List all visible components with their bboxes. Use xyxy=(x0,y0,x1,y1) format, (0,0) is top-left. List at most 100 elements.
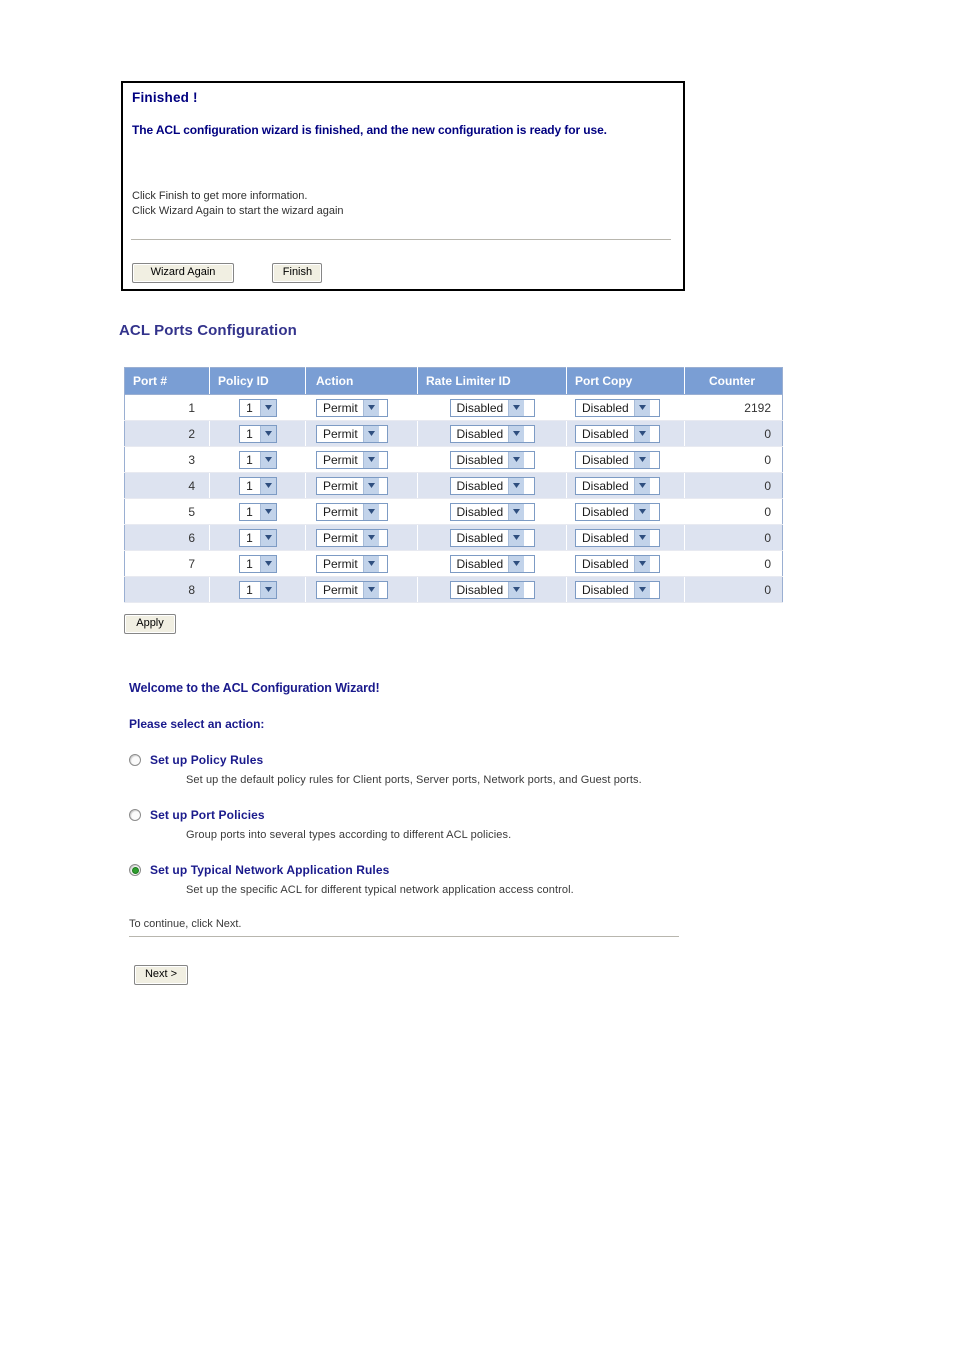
port-copy-value: Disabled xyxy=(582,530,629,545)
port-copy-value: Disabled xyxy=(582,426,629,441)
chevron-down-icon xyxy=(362,425,379,442)
cell-port: 2 xyxy=(124,420,210,447)
rate-limiter-id-select[interactable]: Disabled xyxy=(449,502,535,521)
cell-policy-id: 1 xyxy=(209,394,306,421)
policy-id-select[interactable]: 1 xyxy=(238,476,277,495)
policy-id-select[interactable]: 1 xyxy=(238,398,277,417)
cell-port-copy: Disabled xyxy=(566,524,685,551)
radio-button-icon[interactable] xyxy=(129,864,141,876)
table-header-row: Port # Policy ID Action Rate Limiter ID … xyxy=(124,367,783,395)
chevron-down-icon xyxy=(362,529,379,546)
rate-limiter-id-select[interactable]: Disabled xyxy=(449,450,535,469)
finished-hint-text: Click Finish to get more information. Cl… xyxy=(132,189,344,219)
apply-button[interactable]: Apply xyxy=(124,614,176,634)
policy-id-select[interactable]: 1 xyxy=(238,450,277,469)
cell-counter: 0 xyxy=(684,446,783,473)
rate-limiter-id-select[interactable]: Disabled xyxy=(449,528,535,547)
wizard-option-description: Set up the default policy rules for Clie… xyxy=(186,774,642,786)
port-copy-select[interactable]: Disabled xyxy=(575,554,660,573)
action-select[interactable]: Permit xyxy=(316,554,388,573)
acl-ports-table: Port # Policy ID Action Rate Limiter ID … xyxy=(124,367,783,603)
counter-value: 0 xyxy=(764,556,771,571)
rate-limiter-id-value: Disabled xyxy=(456,582,504,597)
wizard-continue-text: To continue, click Next. xyxy=(129,918,242,930)
policy-id-value: 1 xyxy=(246,452,253,467)
wizard-option-row[interactable]: Set up Port Policies xyxy=(129,808,685,822)
action-value: Permit xyxy=(323,426,358,441)
finish-button[interactable]: Finish xyxy=(272,263,323,283)
cell-policy-id: 1 xyxy=(209,446,306,473)
wizard-option-row[interactable]: Set up Policy Rules xyxy=(129,753,685,767)
chevron-down-icon xyxy=(633,581,650,598)
policy-id-select[interactable]: 1 xyxy=(238,502,277,521)
table-row: 3 1 Permit Disabled Disabled 0 xyxy=(124,446,783,473)
action-select[interactable]: Permit xyxy=(316,450,388,469)
rate-limiter-id-select[interactable]: Disabled xyxy=(449,424,535,443)
port-copy-value: Disabled xyxy=(582,400,629,415)
wizard-again-button[interactable]: Wizard Again xyxy=(132,263,234,283)
wizard-option-row[interactable]: Set up Typical Network Application Rules xyxy=(129,863,685,877)
cell-action: Permit xyxy=(305,550,418,577)
chevron-down-icon xyxy=(633,555,650,572)
port-copy-value: Disabled xyxy=(582,556,629,571)
cell-counter: 2192 xyxy=(684,394,783,421)
radio-button-icon[interactable] xyxy=(129,754,141,766)
policy-id-value: 1 xyxy=(246,556,253,571)
cell-port: 1 xyxy=(124,394,210,421)
finished-divider xyxy=(131,239,671,240)
rate-limiter-id-value: Disabled xyxy=(456,452,504,467)
policy-id-select[interactable]: 1 xyxy=(238,580,277,599)
action-select[interactable]: Permit xyxy=(316,528,388,547)
port-copy-select[interactable]: Disabled xyxy=(575,502,660,521)
port-number: 1 xyxy=(188,400,195,415)
action-select[interactable]: Permit xyxy=(316,424,388,443)
chevron-down-icon xyxy=(508,477,525,494)
rate-limiter-id-select[interactable]: Disabled xyxy=(449,580,535,599)
rate-limiter-id-select[interactable]: Disabled xyxy=(449,476,535,495)
column-header-port-copy: Port Copy xyxy=(566,367,685,395)
cell-policy-id: 1 xyxy=(209,550,306,577)
page-title: ACL Ports Configuration xyxy=(119,322,297,339)
action-select[interactable]: Permit xyxy=(316,476,388,495)
counter-value: 0 xyxy=(764,504,771,519)
cell-rate-limiter-id: Disabled xyxy=(417,446,567,473)
wizard-option-label: Set up Policy Rules xyxy=(150,753,264,767)
column-header-port: Port # xyxy=(124,367,210,395)
column-header-counter: Counter xyxy=(684,367,783,395)
cell-port: 4 xyxy=(124,472,210,499)
port-copy-select[interactable]: Disabled xyxy=(575,398,660,417)
action-select[interactable]: Permit xyxy=(316,580,388,599)
port-copy-select[interactable]: Disabled xyxy=(575,580,660,599)
chevron-down-icon xyxy=(508,399,525,416)
wizard-option: Set up Typical Network Application Rules… xyxy=(129,863,685,896)
port-copy-value: Disabled xyxy=(582,582,629,597)
port-copy-select[interactable]: Disabled xyxy=(575,476,660,495)
chevron-down-icon xyxy=(508,503,525,520)
rate-limiter-id-select[interactable]: Disabled xyxy=(449,398,535,417)
port-copy-select[interactable]: Disabled xyxy=(575,424,660,443)
radio-button-icon[interactable] xyxy=(129,809,141,821)
rate-limiter-id-select[interactable]: Disabled xyxy=(449,554,535,573)
column-header-action: Action xyxy=(305,367,418,395)
next-button[interactable]: Next > xyxy=(134,965,188,985)
cell-counter: 0 xyxy=(684,420,783,447)
table-row: 4 1 Permit Disabled Disabled 0 xyxy=(124,472,783,499)
action-value: Permit xyxy=(323,504,358,519)
action-select[interactable]: Permit xyxy=(316,502,388,521)
wizard-option-label: Set up Typical Network Application Rules xyxy=(150,863,390,877)
acl-configuration-wizard: Welcome to the ACL Configuration Wizard!… xyxy=(129,681,685,985)
finished-panel: Finished ! The ACL configuration wizard … xyxy=(121,81,685,291)
cell-port: 7 xyxy=(124,550,210,577)
policy-id-select[interactable]: 1 xyxy=(238,424,277,443)
port-copy-select[interactable]: Disabled xyxy=(575,528,660,547)
chevron-down-icon xyxy=(508,529,525,546)
port-number: 8 xyxy=(188,582,195,597)
policy-id-value: 1 xyxy=(246,426,253,441)
cell-port-copy: Disabled xyxy=(566,420,685,447)
port-copy-select[interactable]: Disabled xyxy=(575,450,660,469)
policy-id-select[interactable]: 1 xyxy=(238,528,277,547)
cell-port-copy: Disabled xyxy=(566,472,685,499)
action-select[interactable]: Permit xyxy=(316,398,388,417)
policy-id-select[interactable]: 1 xyxy=(238,554,277,573)
chevron-down-icon xyxy=(633,399,650,416)
